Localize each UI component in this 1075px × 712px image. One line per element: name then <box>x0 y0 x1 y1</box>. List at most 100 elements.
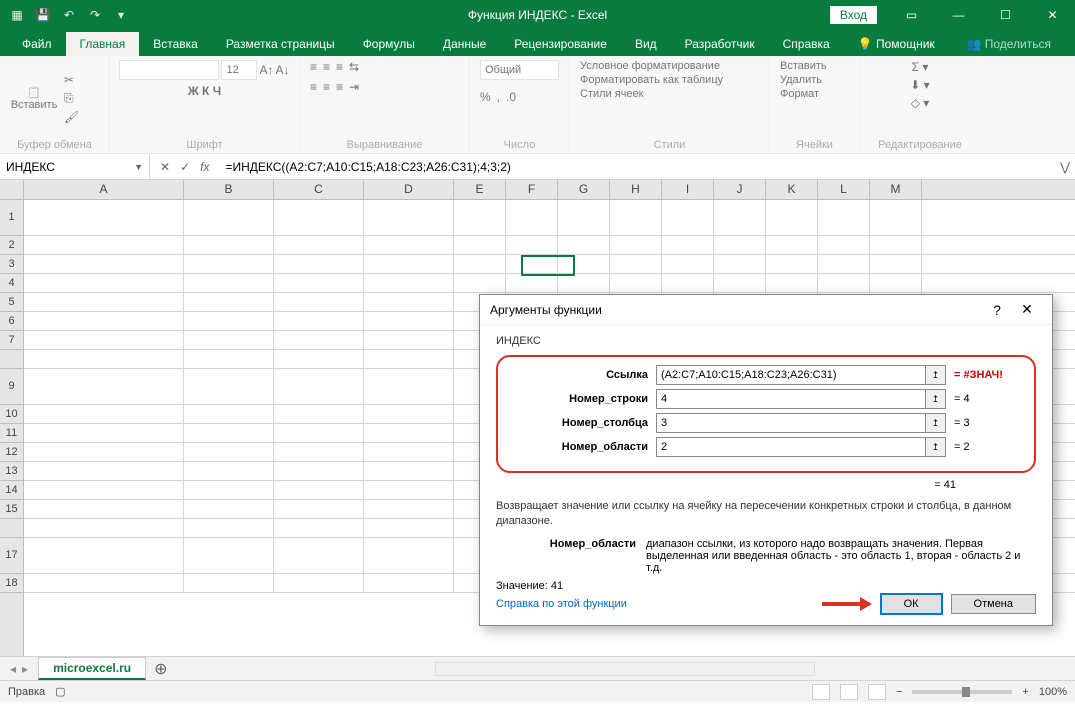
cell[interactable] <box>610 200 662 235</box>
tab-file[interactable]: Файл <box>8 32 66 56</box>
page-break-view-icon[interactable] <box>868 684 886 700</box>
col-collapse-icon[interactable]: ↥ <box>926 413 946 433</box>
font-style-buttons[interactable]: Ж К Ч <box>188 84 221 98</box>
cell[interactable] <box>364 369 454 404</box>
delete-cells-button[interactable]: Удалить <box>780 74 822 86</box>
cell[interactable] <box>24 255 184 273</box>
cell[interactable] <box>184 331 274 349</box>
cell[interactable] <box>610 274 662 292</box>
number-format-select[interactable] <box>480 60 559 80</box>
save-icon[interactable]: 💾 <box>34 6 52 24</box>
column-header[interactable]: A <box>24 180 184 199</box>
column-header[interactable]: L <box>818 180 870 199</box>
cell[interactable] <box>818 255 870 273</box>
column-header[interactable]: J <box>714 180 766 199</box>
cell[interactable] <box>24 538 184 573</box>
cell[interactable] <box>24 236 184 254</box>
cell[interactable] <box>24 274 184 292</box>
area-input[interactable] <box>656 437 926 457</box>
cell[interactable] <box>184 369 274 404</box>
cell[interactable] <box>818 274 870 292</box>
login-button[interactable]: Вход <box>830 6 877 24</box>
cell[interactable] <box>184 236 274 254</box>
format-painter-icon[interactable]: 🖌 <box>64 110 79 124</box>
ref-collapse-icon[interactable]: ↥ <box>926 365 946 385</box>
formula-input[interactable] <box>219 160 1055 174</box>
name-box[interactable]: ИНДЕКС▼ <box>0 154 150 179</box>
cell[interactable] <box>274 519 364 537</box>
cell[interactable] <box>184 574 274 592</box>
minimize-icon[interactable]: — <box>936 0 981 30</box>
cell[interactable] <box>662 255 714 273</box>
format-as-table-button[interactable]: Форматировать как таблицу <box>580 74 723 86</box>
sheet-next-icon[interactable]: ▸ <box>22 662 28 676</box>
accept-formula-icon[interactable]: ✓ <box>180 160 190 174</box>
cell[interactable] <box>506 200 558 235</box>
cell[interactable] <box>364 500 454 518</box>
sheet-prev-icon[interactable]: ◂ <box>10 662 16 676</box>
cell[interactable] <box>454 274 506 292</box>
dialog-close-icon[interactable]: ✕ <box>1012 301 1042 318</box>
cell[interactable] <box>274 481 364 499</box>
cell[interactable] <box>558 236 610 254</box>
cell[interactable] <box>364 538 454 573</box>
cell[interactable] <box>364 574 454 592</box>
cell[interactable] <box>24 331 184 349</box>
cell[interactable] <box>870 274 922 292</box>
add-sheet-icon[interactable]: ⊕ <box>146 659 175 679</box>
tab-insert[interactable]: Вставка <box>139 32 212 56</box>
cell[interactable] <box>364 462 454 480</box>
row-header[interactable]: 17 <box>0 538 23 574</box>
fx-icon[interactable]: fx <box>200 160 209 174</box>
cell[interactable] <box>454 236 506 254</box>
cell[interactable] <box>364 424 454 442</box>
font-size-select[interactable] <box>221 60 257 80</box>
cell[interactable] <box>274 236 364 254</box>
cell[interactable] <box>184 350 274 368</box>
select-all-corner[interactable] <box>0 180 24 199</box>
share-button[interactable]: 👥 Поделиться <box>952 32 1065 56</box>
cell[interactable] <box>454 255 506 273</box>
normal-view-icon[interactable] <box>812 684 830 700</box>
font-name-select[interactable] <box>119 60 219 80</box>
copy-icon[interactable]: ⎘ <box>64 91 79 106</box>
cell[interactable] <box>274 405 364 423</box>
sheet-tab[interactable]: microexcel.ru <box>38 657 146 680</box>
tab-view[interactable]: Вид <box>621 32 671 56</box>
column-header[interactable]: H <box>610 180 662 199</box>
cell[interactable] <box>610 236 662 254</box>
cell[interactable] <box>364 331 454 349</box>
cell[interactable] <box>184 293 274 311</box>
column-header[interactable]: F <box>506 180 558 199</box>
cut-icon[interactable]: ✂ <box>64 73 79 87</box>
cell[interactable] <box>364 255 454 273</box>
cell[interactable] <box>870 200 922 235</box>
autosave-icon[interactable]: ▦ <box>8 6 26 24</box>
cell[interactable] <box>274 312 364 330</box>
cell[interactable] <box>184 255 274 273</box>
tab-review[interactable]: Рецензирование <box>500 32 621 56</box>
row-header[interactable]: 2 <box>0 236 23 255</box>
zoom-slider[interactable] <box>912 690 1012 694</box>
conditional-formatting-button[interactable]: Условное форматирование <box>580 60 720 72</box>
column-header[interactable]: C <box>274 180 364 199</box>
cell[interactable] <box>184 274 274 292</box>
ribbon-options-icon[interactable]: ▭ <box>889 0 934 30</box>
tab-help[interactable]: Справка <box>769 32 844 56</box>
cell[interactable] <box>184 538 274 573</box>
macro-record-icon[interactable]: ▢ <box>55 685 65 698</box>
cell[interactable] <box>364 350 454 368</box>
row-header[interactable]: 1 <box>0 200 23 236</box>
cell[interactable] <box>506 274 558 292</box>
column-header[interactable]: B <box>184 180 274 199</box>
row-header[interactable] <box>0 519 23 538</box>
cell[interactable] <box>714 274 766 292</box>
cell[interactable] <box>558 200 610 235</box>
row-collapse-icon[interactable]: ↥ <box>926 389 946 409</box>
column-header[interactable]: D <box>364 180 454 199</box>
cell[interactable] <box>24 519 184 537</box>
cell[interactable] <box>662 200 714 235</box>
cell[interactable] <box>766 200 818 235</box>
close-icon[interactable]: ✕ <box>1030 0 1075 30</box>
increase-font-icon[interactable]: A↑ <box>259 63 273 77</box>
